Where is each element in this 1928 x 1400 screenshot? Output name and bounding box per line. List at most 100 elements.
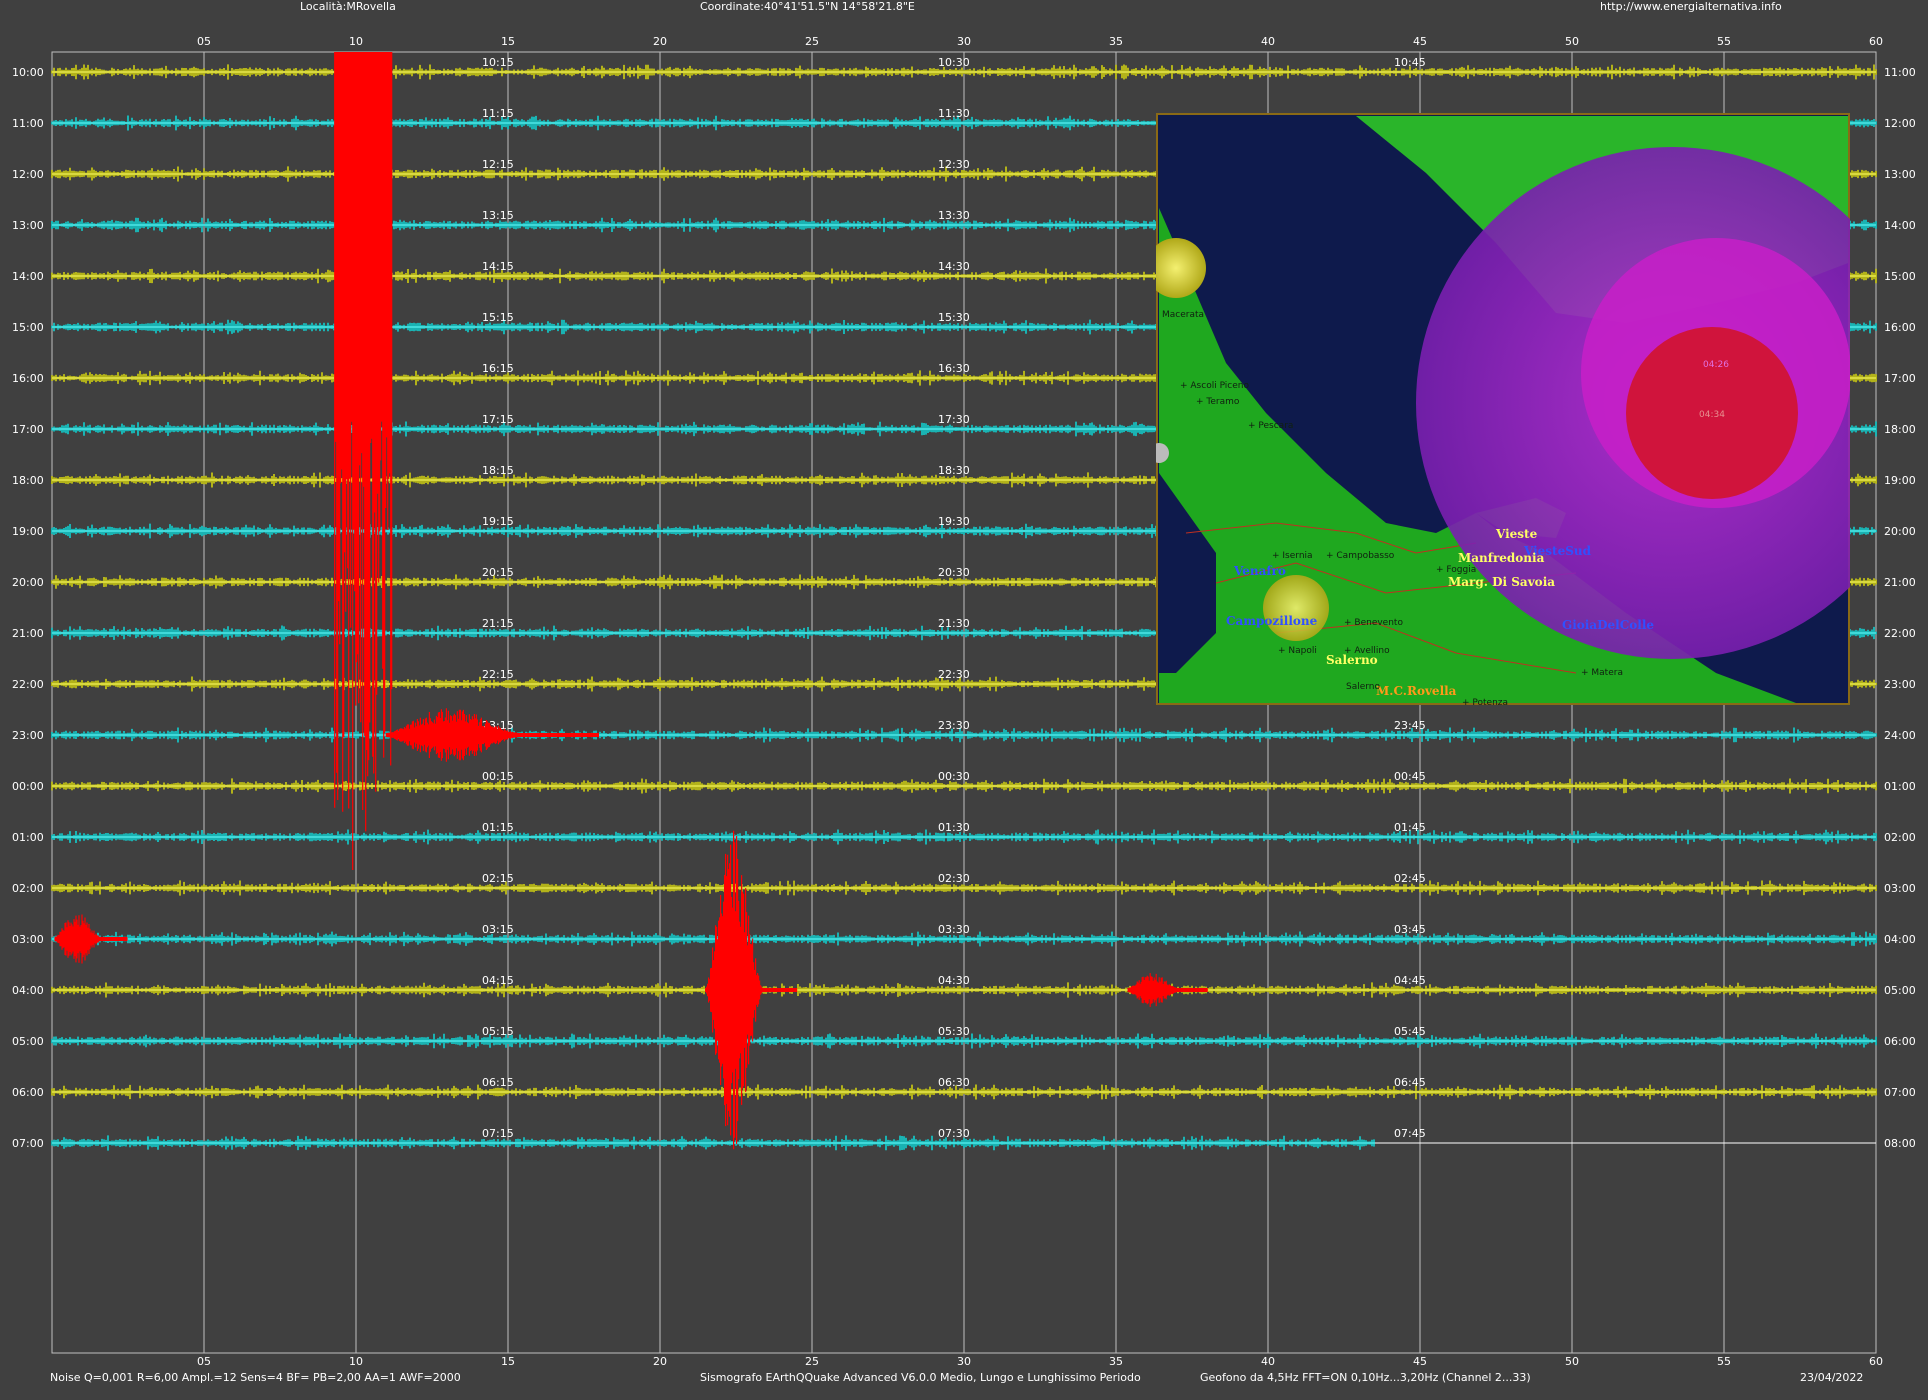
map-town-label: + Matera xyxy=(1581,668,1623,678)
x-tick-label-bottom: 35 xyxy=(1109,1355,1123,1368)
row-time-label-right: 14:00 xyxy=(1884,219,1916,232)
quarter-hour-label: 05:45 xyxy=(1394,1025,1426,1038)
row-time-label-right: 04:00 xyxy=(1884,933,1916,946)
x-tick-label-bottom: 50 xyxy=(1565,1355,1579,1368)
map-town-label: + Potenza xyxy=(1462,698,1508,705)
x-tick-label-top: 40 xyxy=(1261,35,1275,48)
row-time-label-left: 11:00 xyxy=(12,117,44,130)
row-time-label-left: 06:00 xyxy=(12,1086,44,1099)
map-town-label: + Ascoli Piceno xyxy=(1180,381,1249,391)
quarter-hour-label: 02:15 xyxy=(482,872,514,885)
map-city-label: M.C.Rovella xyxy=(1376,684,1457,698)
row-time-label-right: 12:00 xyxy=(1884,117,1916,130)
quarter-hour-label: 07:30 xyxy=(938,1127,970,1140)
row-time-label-left: 23:00 xyxy=(12,729,44,742)
x-tick-label-bottom: 45 xyxy=(1413,1355,1427,1368)
quarter-hour-label: 22:30 xyxy=(938,668,970,681)
x-tick-label-top: 60 xyxy=(1869,35,1883,48)
row-time-label-left: 20:00 xyxy=(12,576,44,589)
quarter-hour-label: 19:30 xyxy=(938,515,970,528)
quarter-hour-label: 04:15 xyxy=(482,974,514,987)
quarter-hour-label: 11:15 xyxy=(482,107,514,120)
row-time-label-left: 02:00 xyxy=(12,882,44,895)
quake-signal xyxy=(1127,973,1208,1007)
map-town-label: + Campobasso xyxy=(1326,551,1395,561)
x-tick-label-top: 15 xyxy=(501,35,515,48)
quarter-hour-label: 17:15 xyxy=(482,413,514,426)
x-tick-label-bottom: 55 xyxy=(1717,1355,1731,1368)
quarter-hour-label: 03:30 xyxy=(938,923,970,936)
map-city-label: GioiaDelColle xyxy=(1562,618,1654,632)
quarter-hour-label: 20:15 xyxy=(482,566,514,579)
quarter-hour-label: 20:30 xyxy=(938,566,970,579)
quarter-hour-label: 12:30 xyxy=(938,158,970,171)
quarter-hour-label: 02:30 xyxy=(938,872,970,885)
x-tick-label-top: 10 xyxy=(349,35,363,48)
x-tick-label-bottom: 30 xyxy=(957,1355,971,1368)
quarter-hour-label: 16:30 xyxy=(938,362,970,375)
x-tick-label-top: 20 xyxy=(653,35,667,48)
map-town-label: + Benevento xyxy=(1344,618,1403,628)
quake-signal xyxy=(705,830,798,1150)
quarter-hour-label: 00:45 xyxy=(1394,770,1426,783)
row-time-label-right: 17:00 xyxy=(1884,372,1916,385)
row-time-label-right: 16:00 xyxy=(1884,321,1916,334)
map-town-label: + Napoli xyxy=(1278,646,1317,656)
quarter-hour-label: 00:15 xyxy=(482,770,514,783)
quarter-hour-label: 15:15 xyxy=(482,311,514,324)
row-time-label-left: 21:00 xyxy=(12,627,44,640)
x-tick-label-top: 05 xyxy=(197,35,211,48)
quake-signal xyxy=(54,914,128,964)
quarter-hour-label: 06:30 xyxy=(938,1076,970,1089)
x-tick-label-bottom: 05 xyxy=(197,1355,211,1368)
quarter-hour-label: 10:30 xyxy=(938,56,970,69)
quarter-hour-label: 03:45 xyxy=(1394,923,1426,936)
event-time-magenta: 04:26 xyxy=(1703,360,1729,370)
quarter-hour-label: 03:15 xyxy=(482,923,514,936)
row-time-label-left: 10:00 xyxy=(12,66,44,79)
x-tick-label-top: 50 xyxy=(1565,35,1579,48)
row-time-label-right: 21:00 xyxy=(1884,576,1916,589)
quarter-hour-label: 04:45 xyxy=(1394,974,1426,987)
quarter-hour-label: 18:15 xyxy=(482,464,514,477)
event-time-red: 04:34 xyxy=(1699,410,1725,420)
row-time-label-left: 01:00 xyxy=(12,831,44,844)
x-tick-label-bottom: 15 xyxy=(501,1355,515,1368)
map-city-label: Campozillone xyxy=(1226,614,1318,628)
quarter-hour-label: 12:15 xyxy=(482,158,514,171)
row-time-label-left: 13:00 xyxy=(12,219,44,232)
quarter-hour-label: 16:15 xyxy=(482,362,514,375)
map-town-label: + Foggia xyxy=(1436,565,1476,575)
map-inset: 04:34 04:26 ViesteViesteSudManfredoniaMa… xyxy=(1156,113,1850,705)
x-tick-label-top: 25 xyxy=(805,35,819,48)
row-time-label-right: 02:00 xyxy=(1884,831,1916,844)
quarter-hour-label: 07:45 xyxy=(1394,1127,1426,1140)
quarter-hour-label: 07:15 xyxy=(482,1127,514,1140)
quarter-hour-label: 21:15 xyxy=(482,617,514,630)
x-tick-label-bottom: 40 xyxy=(1261,1355,1275,1368)
quarter-hour-label: 23:30 xyxy=(938,719,970,732)
acquisition-settings: Noise Q=0,001 R=6,00 Ampl.=12 Sens=4 BF=… xyxy=(50,1371,461,1384)
quarter-hour-label: 13:30 xyxy=(938,209,970,222)
row-time-label-right: 13:00 xyxy=(1884,168,1916,181)
row-time-label-left: 18:00 xyxy=(12,474,44,487)
row-time-label-right: 03:00 xyxy=(1884,882,1916,895)
quarter-hour-label: 02:45 xyxy=(1394,872,1426,885)
x-tick-label-bottom: 60 xyxy=(1869,1355,1883,1368)
row-time-label-right: 18:00 xyxy=(1884,423,1916,436)
quarter-hour-label: 19:15 xyxy=(482,515,514,528)
software-name: Sismografo EArthQQuake Advanced V6.0.0 M… xyxy=(700,1371,1141,1384)
row-time-label-right: 08:00 xyxy=(1884,1137,1916,1150)
map-town-label: + Pescara xyxy=(1248,421,1293,431)
quarter-hour-label: 17:30 xyxy=(938,413,970,426)
x-tick-label-top: 55 xyxy=(1717,35,1731,48)
x-tick-label-top: 30 xyxy=(957,35,971,48)
row-time-label-left: 22:00 xyxy=(12,678,44,691)
row-time-label-left: 04:00 xyxy=(12,984,44,997)
quarter-hour-label: 13:15 xyxy=(482,209,514,222)
row-time-label-left: 07:00 xyxy=(12,1137,44,1150)
quarter-hour-label: 00:30 xyxy=(938,770,970,783)
x-tick-label-bottom: 25 xyxy=(805,1355,819,1368)
map-city-label: Vieste xyxy=(1495,527,1538,541)
row-time-label-right: 19:00 xyxy=(1884,474,1916,487)
